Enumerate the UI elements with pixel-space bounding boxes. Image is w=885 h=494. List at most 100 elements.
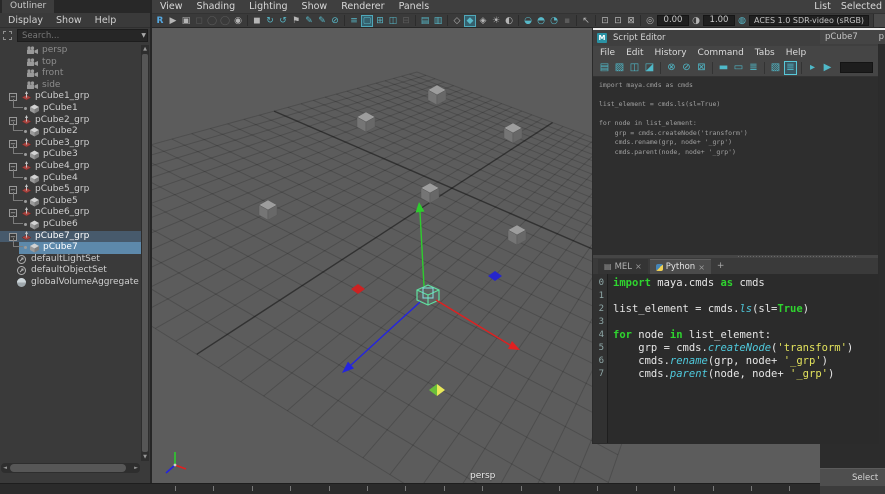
menu-display[interactable]: Display xyxy=(8,15,43,26)
single-pane-icon[interactable]: ▢ xyxy=(361,14,373,27)
close-icon[interactable]: × xyxy=(698,263,705,272)
roll-camera-icon[interactable]: ↺ xyxy=(277,15,289,27)
search-input[interactable] xyxy=(17,29,148,42)
hud-text-icon[interactable]: ▤ xyxy=(419,15,431,27)
menu-shading[interactable]: Shading xyxy=(197,1,236,12)
dual-plane-handle[interactable] xyxy=(429,384,437,396)
menu-panels[interactable]: Panels xyxy=(399,1,430,12)
disabled-icon-2[interactable]: ◯ xyxy=(206,15,218,27)
menu-view[interactable]: View xyxy=(160,1,183,12)
image-plane-icon[interactable]: ▥ xyxy=(432,15,444,27)
exposure-field[interactable]: 0.00 xyxy=(657,15,689,26)
show-line-numbers-icon[interactable]: ≣ xyxy=(784,60,797,75)
open-script-icon[interactable]: ▤ xyxy=(598,61,611,75)
clear-canvas-icon[interactable]: ⊠ xyxy=(625,15,637,27)
snapshot-camera-icon[interactable]: ◉ xyxy=(232,15,244,27)
clear-history-icon[interactable]: ⊘ xyxy=(680,61,693,75)
bookmark-icon[interactable]: ⚑ xyxy=(290,15,302,27)
outliner-item-side[interactable]: side xyxy=(0,80,141,92)
textured-icon[interactable]: ◈ xyxy=(477,15,489,27)
show-history-icon[interactable]: ▬ xyxy=(717,61,730,75)
erase-icon[interactable]: ⊘ xyxy=(329,15,341,27)
xray-icon[interactable]: ◒ xyxy=(522,15,534,27)
pane-splitter[interactable] xyxy=(593,255,878,258)
poly-cube[interactable] xyxy=(258,199,278,221)
disabled-icon-1[interactable]: ◻ xyxy=(193,15,205,27)
outliner-item-defaultLightSet[interactable]: defaultLightSet xyxy=(0,254,141,266)
marquee-select-icon[interactable] xyxy=(3,31,12,40)
scrollbar-thumb[interactable] xyxy=(142,54,148,452)
time-slider[interactable] xyxy=(0,483,820,494)
disabled-icon-3[interactable]: ◯ xyxy=(219,15,231,27)
show-input-icon[interactable]: ▭ xyxy=(732,61,745,75)
menu-edit[interactable]: Edit xyxy=(626,48,643,58)
outliner-horizontal-scrollbar[interactable]: ◄ ► xyxy=(1,463,140,473)
clear-all-icon[interactable]: ⊠ xyxy=(695,61,708,75)
outliner-item-pCube4[interactable]: pCube4 xyxy=(0,168,141,185)
outliner-tab[interactable]: Outliner xyxy=(2,0,55,13)
selected-poly-cube[interactable] xyxy=(416,284,440,306)
menu-show[interactable]: Show xyxy=(56,15,82,26)
code-input-pane[interactable]: 0 import maya.cmds as cmds 1 2 list_element … xyxy=(593,274,878,443)
playblast-icon[interactable]: ▶ xyxy=(167,15,179,27)
scroll-right-icon[interactable]: ► xyxy=(132,463,140,473)
view-transform-icon[interactable]: ◍ xyxy=(736,15,748,27)
grease-pencil-icon[interactable]: ✎ xyxy=(316,15,328,27)
list-view-icon[interactable]: ≡ xyxy=(348,15,360,27)
chevron-down-icon[interactable]: ▼ xyxy=(141,32,146,39)
xray-joints-icon[interactable]: ◓ xyxy=(535,15,547,27)
copy-icon[interactable]: ⊡ xyxy=(612,15,624,27)
four-pane-icon[interactable]: ⊞ xyxy=(374,15,386,27)
execute-selected-icon[interactable]: ▸ xyxy=(806,61,819,75)
panel-window-icon[interactable]: ▣ xyxy=(180,15,192,27)
menu-tabs[interactable]: Tabs xyxy=(755,48,775,58)
poly-cube[interactable] xyxy=(427,84,447,106)
attribute-tab-peek[interactable]: p xyxy=(879,32,884,42)
menu-command[interactable]: Command xyxy=(698,48,744,58)
menu-lighting[interactable]: Lighting xyxy=(249,1,287,12)
outliner-item-pCube2[interactable]: pCube2 xyxy=(0,122,141,138)
outliner-vertical-scrollbar[interactable]: ▲ ▼ xyxy=(141,45,149,461)
color-space-field[interactable]: ACES 1.0 SDR-video (sRGB) xyxy=(749,15,869,26)
select-button[interactable]: Select xyxy=(820,468,885,486)
load-script-icon[interactable]: ▨ xyxy=(613,61,626,75)
tab-python[interactable]: Python × xyxy=(649,259,711,274)
gamma-field[interactable]: 1.00 xyxy=(703,15,735,26)
outliner-item-defaultObjectSet[interactable]: defaultObjectSet xyxy=(0,265,141,277)
pane-layout-icon[interactable]: ◫ xyxy=(387,15,399,27)
panel-grip[interactable] xyxy=(873,14,885,27)
scrollbar-thumb[interactable] xyxy=(10,464,126,472)
gamma-icon[interactable]: ◑ xyxy=(690,15,702,27)
pencil-icon[interactable]: ✎ xyxy=(303,15,315,27)
poly-cube[interactable] xyxy=(507,224,527,246)
history-pane[interactable]: import maya.cmds as cmds list_element = … xyxy=(593,77,878,255)
command-completion-icon[interactable]: ▧ xyxy=(769,61,782,75)
tumble-camera-icon[interactable]: ↻ xyxy=(264,15,276,27)
menu-history[interactable]: History xyxy=(655,48,687,58)
scroll-down-icon[interactable]: ▼ xyxy=(141,453,149,461)
exposure-icon[interactable]: ◎ xyxy=(644,15,656,27)
attribute-tab-pcube7[interactable]: pCube7 xyxy=(825,32,858,42)
select-cursor-icon[interactable]: ↖ xyxy=(580,15,592,27)
outliner-item-front[interactable]: front xyxy=(0,68,141,80)
execute-all-icon[interactable]: ▶ xyxy=(821,61,834,75)
wireframe-icon[interactable]: ◇ xyxy=(451,15,463,27)
dual-plane-handle[interactable] xyxy=(437,384,445,396)
save-script-icon[interactable]: ◫ xyxy=(628,61,641,75)
show-both-icon[interactable]: ≣ xyxy=(747,61,760,75)
outliner-item-persp[interactable]: persp xyxy=(0,45,141,57)
disabled-icon-4[interactable]: ▪ xyxy=(561,15,573,27)
view-axis-gizmo[interactable] xyxy=(165,452,187,474)
menu-help[interactable]: Help xyxy=(95,15,117,26)
attribute-editor-tabs[interactable]: pCube7 p xyxy=(820,28,885,44)
outliner-item-pCube7[interactable]: pCube7 xyxy=(0,238,141,254)
outliner-item-pCube6[interactable]: pCube6 xyxy=(0,214,141,231)
menu-renderer[interactable]: Renderer xyxy=(341,1,384,12)
script-search-field[interactable] xyxy=(840,62,873,73)
shadows-icon[interactable]: ◐ xyxy=(503,15,515,27)
menu-selected[interactable]: Selected xyxy=(841,1,882,12)
outliner-item-pCube1[interactable]: pCube1 xyxy=(0,98,141,115)
menu-file[interactable]: File xyxy=(600,48,615,58)
add-tab-button[interactable]: + xyxy=(717,261,725,271)
clear-input-icon[interactable]: ⊗ xyxy=(665,61,678,75)
